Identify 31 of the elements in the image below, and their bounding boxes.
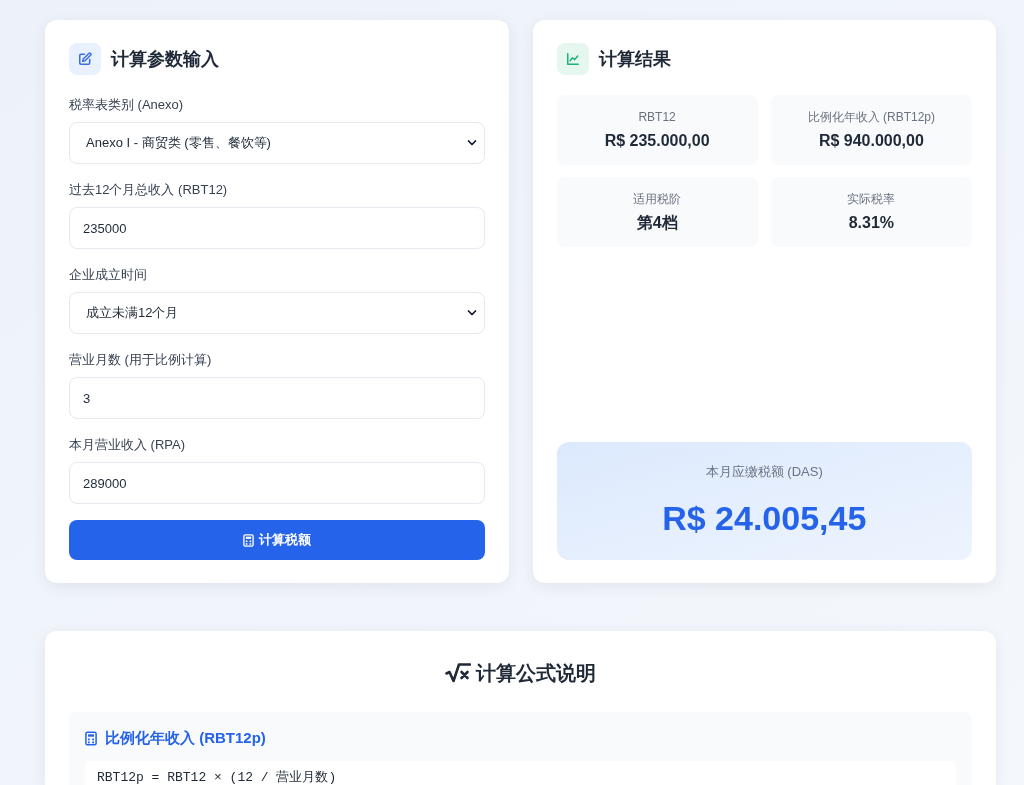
section-title: 计算公式说明 xyxy=(476,661,596,686)
edit-icon xyxy=(69,43,101,75)
square-root-icon xyxy=(445,663,471,683)
panel-title: 计算参数输入 xyxy=(111,48,219,71)
dropdown-field[interactable]: 成立未满12个月 xyxy=(69,292,485,334)
stat-value: R$ 940.000,00 xyxy=(818,131,924,151)
line-chart-icon xyxy=(556,43,589,75)
stat-label: 实际税率 xyxy=(847,191,896,207)
input-field[interactable]: 235000 xyxy=(69,207,485,249)
field-label: 本月营业收入 (RPA) xyxy=(69,436,186,454)
formula-text: RBT12p = RBT12 × (12 / 营业月数) xyxy=(97,770,338,785)
panel-title: 计算结果 xyxy=(598,48,671,71)
field-label: 企业成立时间 xyxy=(69,266,147,284)
calculate-button[interactable]: 计算税额 xyxy=(69,520,485,560)
input-field[interactable]: 289000 xyxy=(69,462,485,504)
field-label: 过去12个月总收入 (RBT12) xyxy=(69,181,228,199)
calculator-icon xyxy=(242,533,254,547)
stat-label: 适用税阶 xyxy=(633,191,682,207)
calculator-icon xyxy=(85,730,97,746)
stat-value: R$ 235.000,00 xyxy=(604,131,710,151)
stat-value: 第4档 xyxy=(636,213,678,233)
total-label: 本月应缴税额 (DAS) xyxy=(705,463,823,481)
field-label: 税率表类别 (Anexo) xyxy=(69,96,184,114)
dropdown-field[interactable]: Anexo I - 商贸类 (零售、餐饮等) xyxy=(69,122,485,164)
stat-label: RBT12 xyxy=(638,109,676,125)
stat-value: 8.31% xyxy=(848,213,895,233)
stat-label: 比例化年收入 (RBT12p) xyxy=(807,109,936,125)
field-label: 营业月数 (用于比例计算) xyxy=(69,351,212,369)
input-field[interactable]: 3 xyxy=(69,377,485,419)
total-amount: R$ 24.005,45 xyxy=(662,498,867,538)
formula-heading: 比例化年收入 (RBT12p) xyxy=(105,728,266,748)
